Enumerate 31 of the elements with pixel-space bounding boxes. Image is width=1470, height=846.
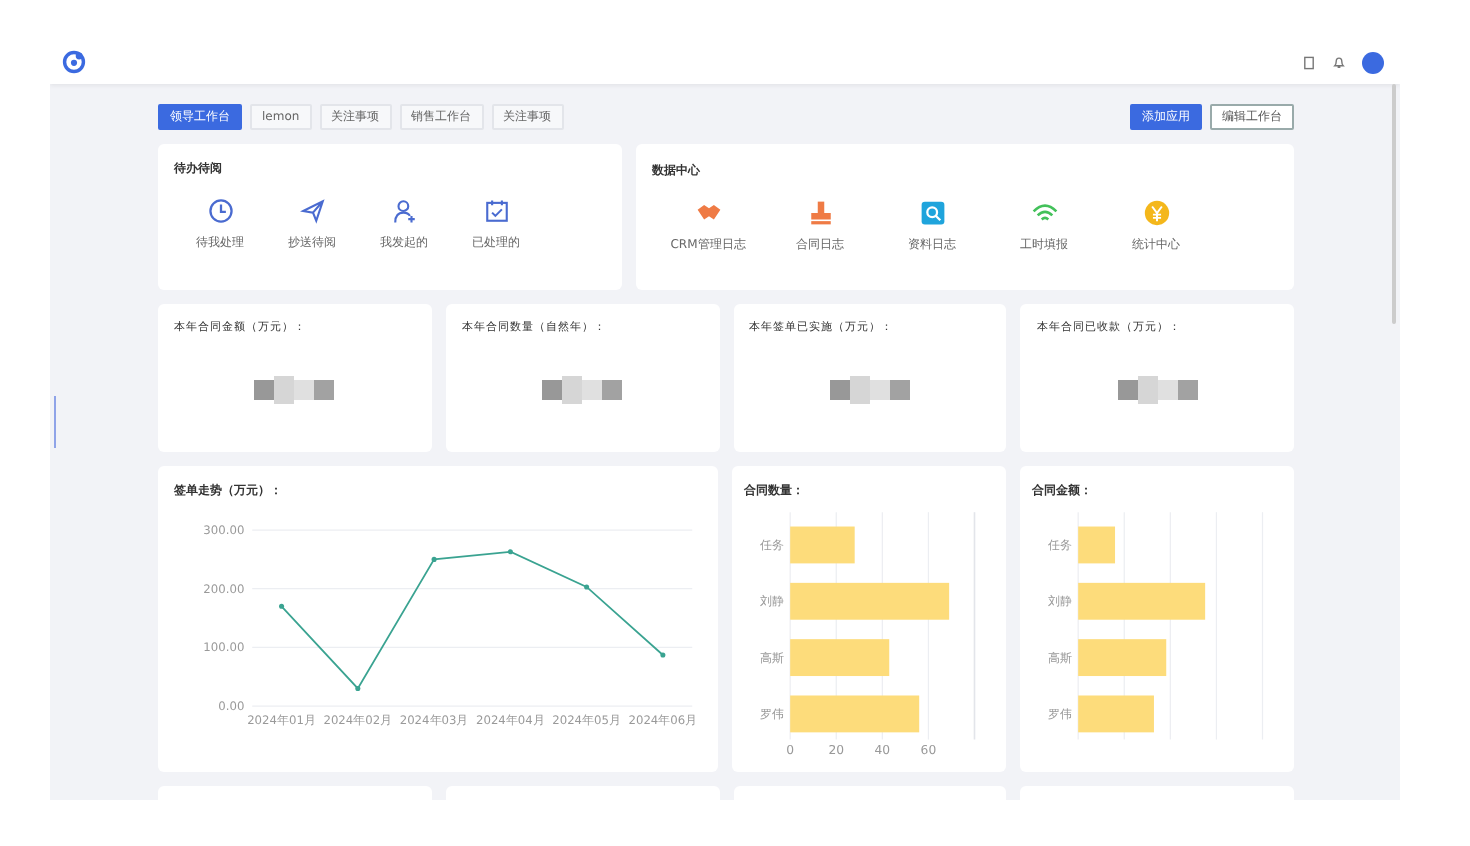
blurred-value (1117, 376, 1198, 404)
scrollbar[interactable] (1392, 84, 1396, 324)
bar (790, 695, 920, 733)
blurred-value (542, 376, 623, 404)
data-point (431, 556, 437, 562)
paper-plane-icon (299, 198, 325, 224)
data-point (584, 584, 590, 590)
calendar-check-icon (483, 198, 509, 224)
data-point (355, 685, 361, 691)
yen-coin-icon (1143, 200, 1169, 226)
search-icon (919, 200, 945, 226)
bar (790, 639, 890, 677)
clock-icon (207, 198, 233, 224)
bar (1078, 695, 1154, 733)
bell-icon[interactable] (1332, 55, 1346, 69)
avatar-icon[interactable] (1362, 51, 1384, 73)
bar (1078, 582, 1206, 620)
sidebar-handle[interactable] (54, 396, 56, 448)
bar (790, 526, 855, 564)
blurred-value (829, 376, 910, 404)
stamp-icon (807, 200, 833, 226)
user-add-icon (391, 198, 417, 224)
blurred-value (254, 376, 335, 404)
data-point (279, 603, 285, 609)
data-point (507, 549, 513, 555)
bar (1078, 526, 1116, 564)
data-point (660, 652, 666, 658)
bar (1078, 639, 1167, 677)
wifi-icon (1031, 200, 1057, 226)
logo-icon (62, 50, 86, 74)
document-icon[interactable] (1302, 55, 1316, 69)
